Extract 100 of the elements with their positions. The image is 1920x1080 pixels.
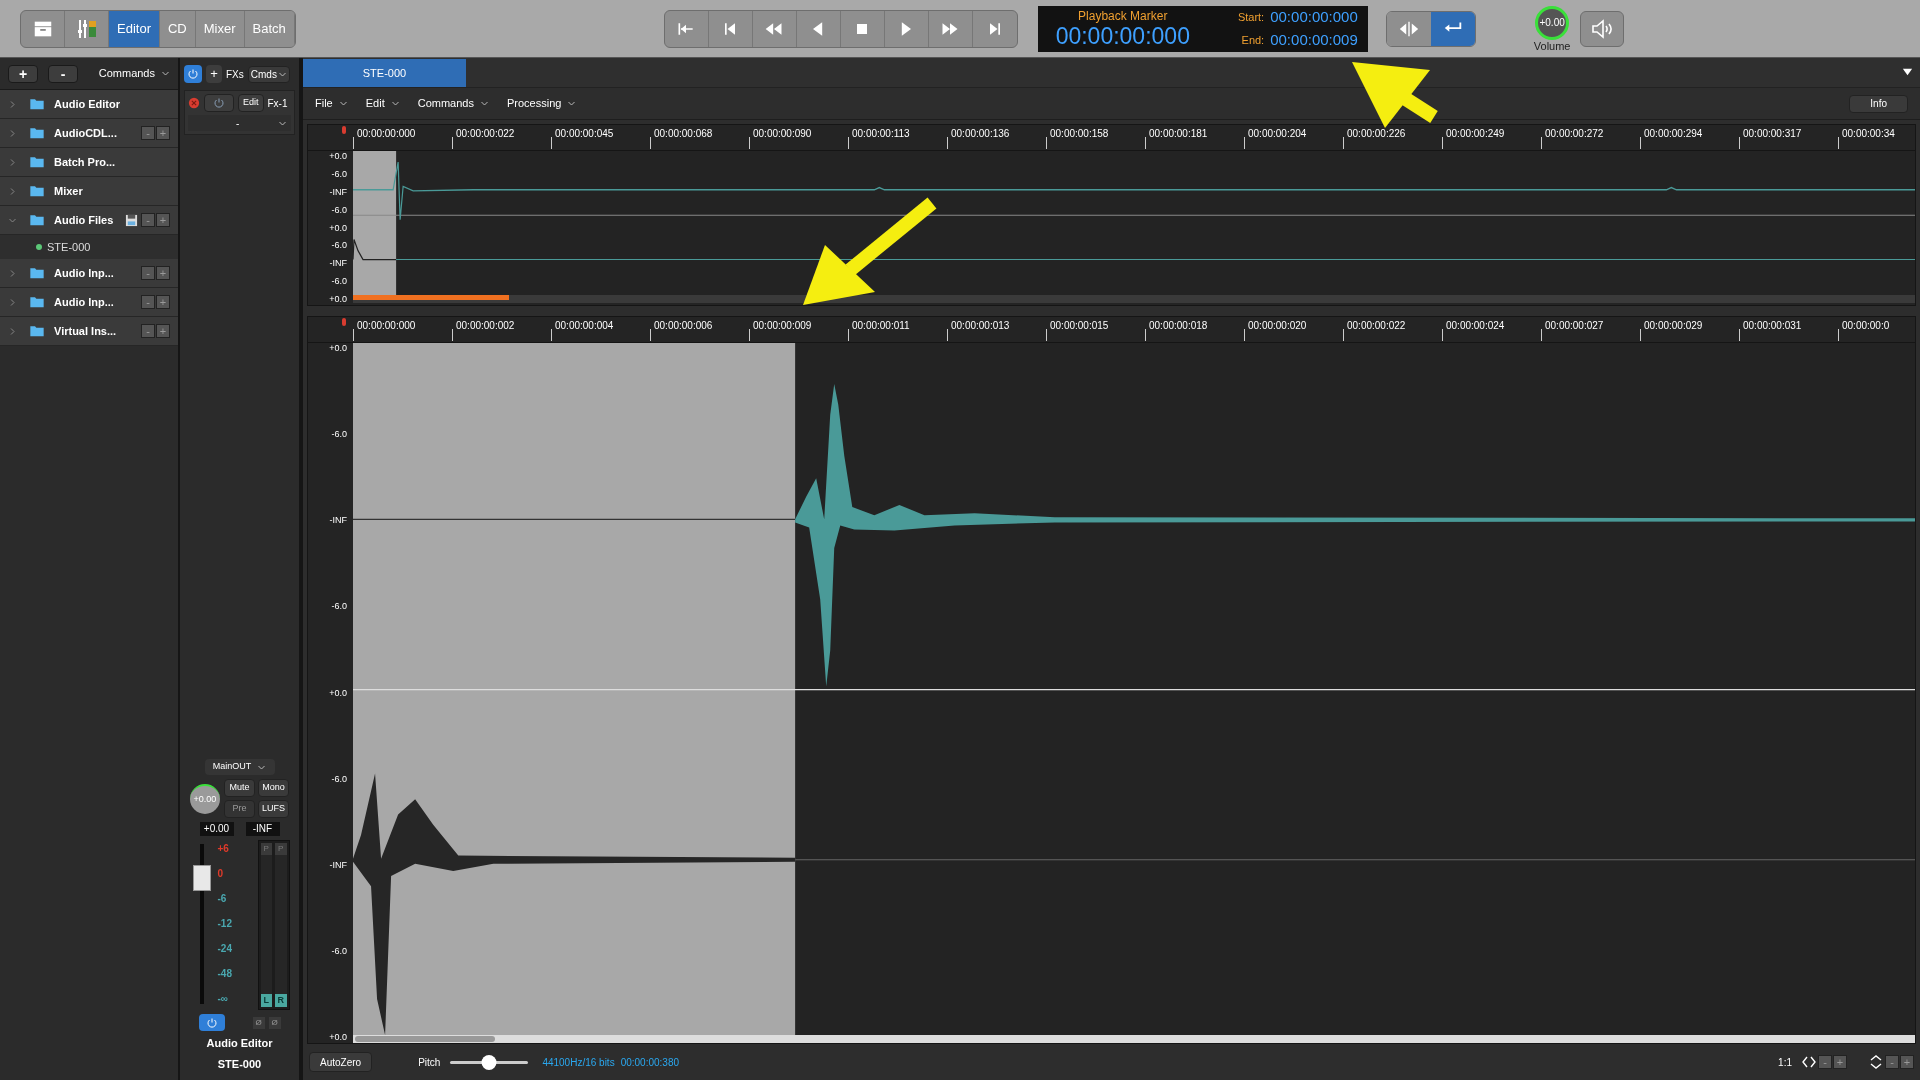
pitch-slider-thumb[interactable] bbox=[481, 1054, 497, 1070]
volume-label: Volume bbox=[1533, 39, 1571, 52]
pitch-label: Pitch bbox=[418, 1055, 441, 1070]
chevron-right-icon bbox=[8, 186, 17, 196]
tree-item[interactable]: Batch Pro... bbox=[0, 148, 178, 177]
time-label: 00:00:00:000 bbox=[357, 320, 416, 331]
chevron-down-icon bbox=[479, 99, 489, 108]
commands-dropdown[interactable]: Commands bbox=[98, 65, 170, 82]
phase-button[interactable]: Ø bbox=[268, 1016, 281, 1029]
level-label: +0.0 bbox=[329, 223, 347, 233]
level-label: -6.0 bbox=[331, 277, 347, 287]
scale-label: -24 bbox=[217, 944, 232, 954]
level-label: -6.0 bbox=[331, 430, 347, 440]
time-label: 00:00:00:018 bbox=[1149, 320, 1208, 331]
save-icon[interactable] bbox=[125, 213, 138, 227]
scale-label: -∞ bbox=[217, 994, 229, 1004]
tree-item[interactable]: Audio Files - + bbox=[0, 206, 178, 235]
edit-button[interactable]: Edit bbox=[238, 94, 264, 112]
chevron-down-icon bbox=[338, 99, 348, 108]
waveform-overview-drawing[interactable] bbox=[353, 151, 1915, 295]
output-dropdown[interactable]: MainOUT bbox=[204, 759, 275, 775]
level-label: -INF bbox=[329, 516, 347, 526]
time-label: 00:00:00:045 bbox=[555, 128, 614, 139]
bypass-button[interactable] bbox=[204, 94, 234, 112]
time-label: 00:00:00:294 bbox=[1644, 128, 1703, 139]
volume-knob[interactable]: +0.00 bbox=[1535, 5, 1570, 40]
add-button[interactable]: + bbox=[8, 64, 38, 83]
fader-handle[interactable] bbox=[192, 864, 211, 891]
effect-dropdown[interactable]: - bbox=[188, 115, 291, 131]
add-effect-button[interactable]: + bbox=[206, 65, 222, 83]
level-label: +0.0 bbox=[329, 295, 347, 304]
chevron-right-icon bbox=[8, 326, 17, 336]
power-button[interactable] bbox=[198, 1014, 225, 1031]
time-label: 00:00:00:015 bbox=[1050, 320, 1109, 331]
time-label: 00:00:00:006 bbox=[654, 320, 713, 331]
level-label: -6.0 bbox=[331, 946, 347, 956]
folder-icon bbox=[29, 125, 45, 141]
level-label: +0.0 bbox=[329, 344, 347, 353]
tree-item[interactable]: Mixer bbox=[0, 177, 178, 206]
time-label: 00:00:00:029 bbox=[1644, 320, 1703, 331]
toggle-button[interactable] bbox=[1386, 11, 1431, 46]
time-label: 00:00:00:027 bbox=[1545, 320, 1604, 331]
folder-icon bbox=[29, 96, 45, 112]
end-time: 00:00:00:009 bbox=[1270, 29, 1358, 50]
level-label: -INF bbox=[329, 860, 347, 870]
horizontal-zoom-icon[interactable] bbox=[1802, 1055, 1816, 1069]
level-label: -INF bbox=[329, 259, 347, 269]
audio-format: 44100Hz/16 bits bbox=[542, 1055, 615, 1070]
chevron-down-icon bbox=[161, 69, 170, 78]
close-icon[interactable] bbox=[188, 97, 200, 109]
power-button[interactable] bbox=[184, 65, 202, 83]
time-label: 00:00:00:181 bbox=[1149, 128, 1208, 139]
document-tab[interactable]: STE-000 bbox=[303, 59, 466, 87]
menu-item[interactable]: Processing bbox=[506, 95, 577, 112]
start-time: 00:00:00:000 bbox=[1270, 7, 1358, 27]
pre-button[interactable]: Pre bbox=[224, 800, 255, 818]
phase-button[interactable]: Ø bbox=[252, 1016, 265, 1029]
zoom-ratio: 1:1 bbox=[1778, 1055, 1792, 1070]
mono-button[interactable]: Mono bbox=[258, 779, 289, 797]
chevron-right-icon bbox=[8, 157, 17, 167]
scale-label: -48 bbox=[217, 969, 232, 979]
menu-item[interactable]: File bbox=[315, 95, 348, 112]
view-tab[interactable]: Editor bbox=[109, 10, 160, 47]
folder-label: Virtual Ins... bbox=[54, 323, 117, 339]
folder-label: Audio Files bbox=[54, 212, 114, 228]
speaker-button[interactable] bbox=[1580, 10, 1625, 47]
folder-icon bbox=[29, 212, 45, 228]
tree-item[interactable]: Audio Editor bbox=[0, 90, 178, 119]
lufs-button[interactable]: LUFS bbox=[258, 800, 289, 818]
level-label: +0.0 bbox=[329, 1033, 347, 1042]
playback-time: 00:00:00:000 bbox=[1055, 22, 1190, 49]
info-button[interactable]: Info bbox=[1849, 94, 1908, 113]
time-label: 00:00:00:000 bbox=[357, 128, 416, 139]
menu-item[interactable]: Commands bbox=[417, 95, 489, 112]
menu-item[interactable]: Edit bbox=[365, 95, 400, 112]
scale-label: 0 bbox=[217, 869, 225, 879]
toggle-button[interactable] bbox=[1430, 11, 1475, 46]
end-label: End: bbox=[1240, 32, 1265, 48]
chevron-right-icon bbox=[8, 268, 17, 278]
channel-label: R bbox=[275, 993, 287, 1007]
power-icon bbox=[187, 68, 199, 80]
vertical-zoom-icon[interactable] bbox=[1869, 1055, 1883, 1069]
time-label: 00:00:00:011 bbox=[852, 320, 910, 331]
playhead-marker bbox=[342, 126, 346, 134]
chevron-down-icon bbox=[567, 99, 577, 108]
time-label: 00:00:00:34 bbox=[1842, 128, 1895, 139]
time-label: 00:00:00:158 bbox=[1050, 128, 1109, 139]
effect-name: Fx-1 bbox=[267, 96, 288, 111]
mute-button[interactable]: Mute bbox=[224, 779, 255, 797]
cmds-dropdown[interactable]: Cmds bbox=[247, 65, 290, 83]
autozero-button[interactable]: AutoZero bbox=[309, 1052, 373, 1072]
fx-label: FXs bbox=[226, 67, 244, 82]
gain-readout: +0.00 bbox=[199, 822, 234, 836]
remove-button[interactable]: - bbox=[48, 64, 78, 83]
scrollbar-thumb[interactable] bbox=[355, 1036, 495, 1042]
file-name: STE-000 bbox=[217, 1056, 262, 1072]
level-label: -6.0 bbox=[331, 602, 347, 612]
display-title: Playback Marker bbox=[1078, 8, 1168, 23]
power-icon bbox=[213, 97, 225, 109]
start-label: Start: bbox=[1237, 10, 1265, 25]
